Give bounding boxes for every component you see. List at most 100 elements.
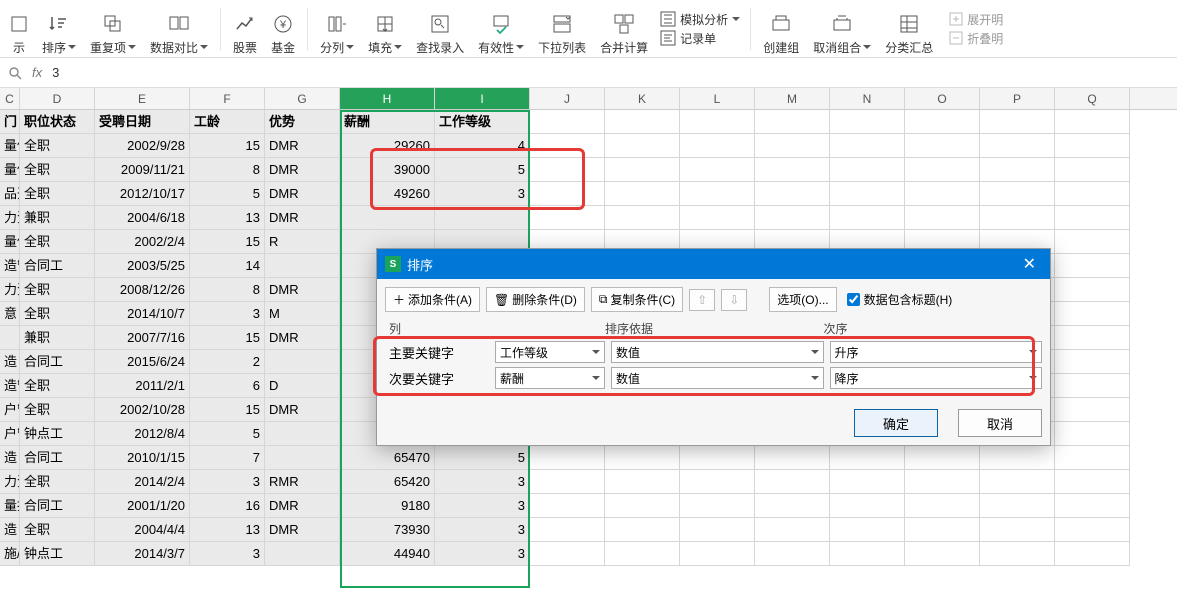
tool-split[interactable]: 分列 — [314, 2, 360, 56]
cell[interactable] — [605, 518, 680, 542]
cell[interactable]: 钟点工 — [20, 422, 95, 446]
order-select[interactable]: 升序 — [830, 341, 1043, 363]
cell[interactable]: 户管理 — [0, 422, 20, 446]
cell[interactable]: DMR — [265, 134, 340, 158]
move-down-button[interactable]: ⇩ — [721, 289, 747, 311]
col-header-J[interactable]: J — [530, 88, 605, 109]
cell[interactable] — [905, 446, 980, 470]
cell[interactable]: 合同工 — [20, 254, 95, 278]
cell[interactable] — [1055, 278, 1130, 302]
cell[interactable] — [530, 110, 605, 134]
cell[interactable] — [755, 446, 830, 470]
cell[interactable]: 全职 — [20, 374, 95, 398]
tool-sim-analysis[interactable]: 模拟分析 — [660, 11, 740, 28]
cell[interactable]: RMR — [265, 470, 340, 494]
cell[interactable] — [1055, 326, 1130, 350]
cell[interactable]: 职位状态 — [20, 110, 95, 134]
cell[interactable]: 全职 — [20, 278, 95, 302]
cell[interactable]: 7 — [190, 446, 265, 470]
cell[interactable] — [605, 494, 680, 518]
cell[interactable] — [1055, 470, 1130, 494]
cell[interactable]: M — [265, 302, 340, 326]
cell[interactable]: DMR — [265, 494, 340, 518]
cell[interactable]: 全职 — [20, 302, 95, 326]
cell[interactable] — [1055, 446, 1130, 470]
cell[interactable]: 工龄 — [190, 110, 265, 134]
cell[interactable]: 29260 — [340, 134, 435, 158]
cell[interactable]: 5 — [435, 158, 530, 182]
tool-fill[interactable]: 填充 — [362, 2, 408, 56]
cell[interactable] — [755, 134, 830, 158]
cell[interactable]: 力资源 — [0, 470, 20, 494]
cell[interactable] — [530, 470, 605, 494]
cell[interactable] — [680, 182, 755, 206]
cell[interactable] — [1055, 158, 1130, 182]
cell[interactable] — [980, 542, 1055, 566]
cell[interactable]: 全职 — [20, 398, 95, 422]
col-header-K[interactable]: K — [605, 88, 680, 109]
cell[interactable]: 3 — [435, 182, 530, 206]
cell[interactable] — [830, 446, 905, 470]
add-condition-button[interactable]: ＋添加条件(A) — [385, 287, 480, 312]
cell[interactable]: DMR — [265, 398, 340, 422]
cell[interactable]: 2008/12/26 — [95, 278, 190, 302]
cell[interactable]: 2004/6/18 — [95, 206, 190, 230]
cell[interactable]: 2010/1/15 — [95, 446, 190, 470]
copy-condition-button[interactable]: ⧉复制条件(C) — [591, 287, 683, 312]
sort-by-select[interactable]: 数值 — [611, 341, 824, 363]
cell[interactable]: 造 — [0, 350, 20, 374]
cell[interactable] — [1055, 518, 1130, 542]
cancel-button[interactable]: 取消 — [958, 409, 1042, 437]
cell[interactable]: 量保证 — [0, 230, 20, 254]
cell[interactable]: 2002/10/28 — [95, 398, 190, 422]
cell[interactable] — [265, 350, 340, 374]
tool-collapse[interactable]: 折叠明 — [949, 30, 1003, 47]
cell[interactable]: 39000 — [340, 158, 435, 182]
cell[interactable] — [1055, 134, 1130, 158]
cell[interactable]: 2007/7/16 — [95, 326, 190, 350]
cell[interactable]: 3 — [190, 302, 265, 326]
cell[interactable]: 全职 — [20, 182, 95, 206]
cell[interactable]: D — [265, 374, 340, 398]
cell[interactable] — [530, 182, 605, 206]
cell[interactable]: 13 — [190, 518, 265, 542]
cell[interactable]: 力资源 — [0, 206, 20, 230]
cell[interactable]: 5 — [435, 446, 530, 470]
cell[interactable]: 16 — [190, 494, 265, 518]
cell[interactable]: 15 — [190, 326, 265, 350]
col-header-L[interactable]: L — [680, 88, 755, 109]
cell[interactable] — [980, 134, 1055, 158]
cell[interactable] — [905, 182, 980, 206]
cell[interactable]: 5 — [190, 422, 265, 446]
cell[interactable]: DMR — [265, 206, 340, 230]
cell[interactable] — [755, 158, 830, 182]
cell[interactable] — [265, 542, 340, 566]
cell[interactable]: 施/工程 — [0, 542, 20, 566]
has-header-check[interactable] — [847, 293, 860, 306]
cell[interactable] — [905, 206, 980, 230]
cell[interactable] — [605, 182, 680, 206]
sort-by-select[interactable]: 数值 — [611, 367, 824, 389]
cell[interactable]: 造 — [0, 518, 20, 542]
cell[interactable] — [755, 110, 830, 134]
col-header-P[interactable]: P — [980, 88, 1055, 109]
cell[interactable]: 品开发 — [0, 182, 20, 206]
cell[interactable]: 2002/9/28 — [95, 134, 190, 158]
cell[interactable]: 2011/2/1 — [95, 374, 190, 398]
tool-dropdown-list[interactable]: 下拉列表 — [532, 2, 592, 56]
cell[interactable] — [830, 134, 905, 158]
cell[interactable] — [680, 206, 755, 230]
cell[interactable] — [530, 158, 605, 182]
cell[interactable]: 钟点工 — [20, 542, 95, 566]
move-up-button[interactable]: ⇧ — [689, 289, 715, 311]
col-header-G[interactable]: G — [265, 88, 340, 109]
col-header-Q[interactable]: Q — [1055, 88, 1130, 109]
cell[interactable] — [830, 206, 905, 230]
column-select[interactable]: 工作等级 — [495, 341, 605, 363]
cell[interactable]: 15 — [190, 230, 265, 254]
cell[interactable]: 造管理 — [0, 374, 20, 398]
cell[interactable] — [605, 470, 680, 494]
column-select[interactable]: 薪酬 — [495, 367, 605, 389]
cell[interactable]: 力资源 — [0, 278, 20, 302]
cell[interactable] — [980, 206, 1055, 230]
